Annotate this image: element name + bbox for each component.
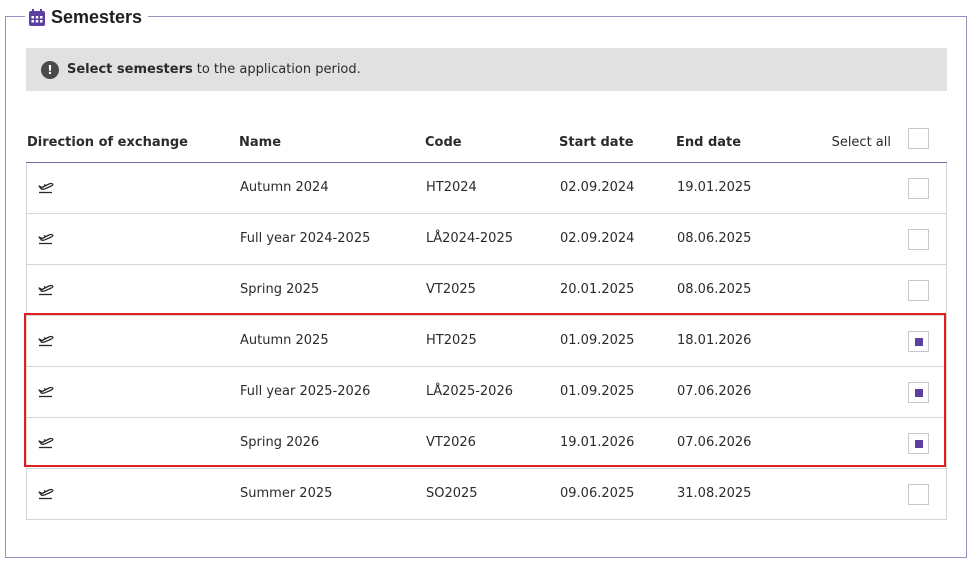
header-end-date: End date: [676, 135, 742, 150]
row-name: Spring 2026: [240, 435, 320, 450]
row-start-date: 19.01.2026: [560, 435, 635, 450]
row-end-date: 08.06.2025: [677, 282, 752, 297]
row-start-date: 01.09.2025: [560, 384, 635, 399]
plane-departure-icon: [38, 488, 54, 500]
table-row: Autumn 2025 HT2025 01.09.2025 18.01.2026: [27, 316, 946, 367]
row-name: Summer 2025: [240, 486, 333, 501]
exclamation-icon: !: [41, 60, 59, 79]
table-row: Summer 2025 SO2025 09.06.2025 31.08.2025: [27, 469, 946, 520]
row-code: LÅ2024-2025: [426, 231, 513, 246]
table-row: Spring 2026 VT2026 19.01.2026 07.06.2026: [27, 418, 946, 469]
row-code: HT2025: [426, 333, 477, 348]
row-code: HT2024: [426, 180, 477, 195]
header-name: Name: [239, 135, 282, 150]
row-checkbox[interactable]: [908, 229, 929, 250]
row-name: Autumn 2025: [240, 333, 329, 348]
row-checkbox[interactable]: [908, 484, 929, 505]
row-end-date: 18.01.2026: [677, 333, 752, 348]
row-checkbox[interactable]: [908, 382, 929, 403]
table-header: Direction of exchange Name Code Start da…: [26, 121, 947, 163]
row-end-date: 07.06.2026: [677, 384, 752, 399]
row-checkbox[interactable]: [908, 433, 929, 454]
calendar-icon: [29, 8, 45, 26]
table-body: Autumn 2024 HT2024 02.09.2024 19.01.2025…: [26, 163, 947, 520]
table-row: Full year 2024-2025 LÅ2024-2025 02.09.20…: [27, 214, 946, 265]
row-start-date: 09.06.2025: [560, 486, 635, 501]
plane-departure-icon: [38, 182, 54, 194]
header-direction: Direction of exchange: [27, 135, 188, 150]
row-checkbox[interactable]: [908, 331, 929, 352]
section-title: Semesters: [51, 6, 143, 27]
row-checkbox[interactable]: [908, 280, 929, 301]
row-checkbox[interactable]: [908, 178, 929, 199]
semesters-table: Direction of exchange Name Code Start da…: [26, 121, 947, 520]
row-code: VT2026: [426, 435, 476, 450]
row-name: Spring 2025: [240, 282, 320, 297]
row-end-date: 31.08.2025: [677, 486, 752, 501]
info-text: to the application period.: [196, 62, 361, 77]
row-start-date: 02.09.2024: [560, 180, 635, 195]
row-start-date: 20.01.2025: [560, 282, 635, 297]
row-start-date: 02.09.2024: [560, 231, 635, 246]
row-start-date: 01.09.2025: [560, 333, 635, 348]
row-code: SO2025: [426, 486, 478, 501]
plane-departure-icon: [38, 437, 54, 449]
row-end-date: 08.06.2025: [677, 231, 752, 246]
table-row: Autumn 2024 HT2024 02.09.2024 19.01.2025: [27, 163, 946, 214]
header-code: Code: [425, 135, 462, 150]
select-all-checkbox[interactable]: [908, 128, 929, 149]
info-bold-text: Select semesters: [67, 62, 193, 77]
header-start-date: Start date: [559, 135, 634, 150]
row-end-date: 07.06.2026: [677, 435, 752, 450]
plane-departure-icon: [38, 284, 54, 296]
section-legend: Semesters: [25, 6, 149, 28]
row-name: Full year 2025-2026: [240, 384, 371, 399]
select-all-label: Select all: [831, 135, 891, 150]
row-code: VT2025: [426, 282, 476, 297]
row-name: Autumn 2024: [240, 180, 329, 195]
table-row: Spring 2025 VT2025 20.01.2025 08.06.2025: [27, 265, 946, 316]
row-code: LÅ2025-2026: [426, 384, 513, 399]
row-end-date: 19.01.2025: [677, 180, 752, 195]
plane-departure-icon: [38, 335, 54, 347]
row-name: Full year 2024-2025: [240, 231, 371, 246]
info-banner: ! Select semesters to the application pe…: [26, 48, 947, 91]
plane-departure-icon: [38, 386, 54, 398]
plane-departure-icon: [38, 233, 54, 245]
table-row: Full year 2025-2026 LÅ2025-2026 01.09.20…: [27, 367, 946, 418]
